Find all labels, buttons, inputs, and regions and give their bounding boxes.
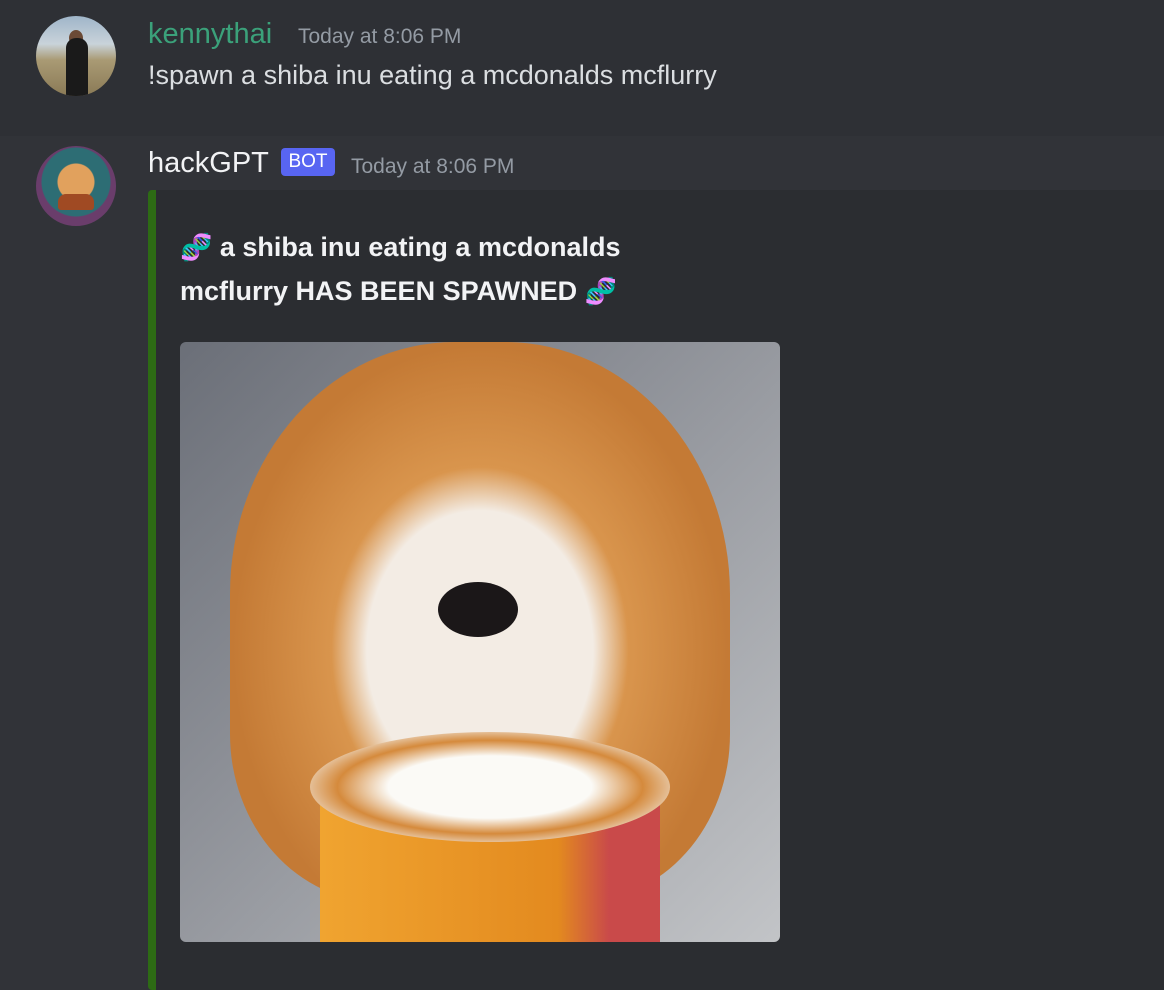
avatar-kennythai[interactable]	[36, 16, 116, 96]
embed-image[interactable]	[180, 342, 780, 942]
timestamp: Today at 8:06 PM	[298, 25, 462, 48]
timestamp: Today at 8:06 PM	[351, 155, 515, 178]
dog-nose	[438, 582, 518, 637]
bot-badge: BOT	[281, 148, 335, 176]
message-kennythai: kennythai Today at 8:06 PM !spawn a shib…	[0, 0, 1164, 136]
author-name[interactable]: kennythai	[148, 18, 272, 51]
message-content: !spawn a shiba inu eating a mcdonalds mc…	[148, 60, 717, 90]
author-name[interactable]: hackGPT	[148, 147, 269, 180]
avatar-hackgpt[interactable]	[36, 146, 116, 226]
mcflurry-cream	[310, 732, 670, 842]
dna-icon: 🧬	[180, 232, 213, 262]
embed-title-text: a shiba inu eating a mcdonalds mcflurry …	[180, 232, 621, 306]
dna-icon: 🧬	[584, 276, 617, 306]
embed-title: 🧬 a shiba inu eating a mcdonalds mcflurr…	[180, 225, 700, 313]
